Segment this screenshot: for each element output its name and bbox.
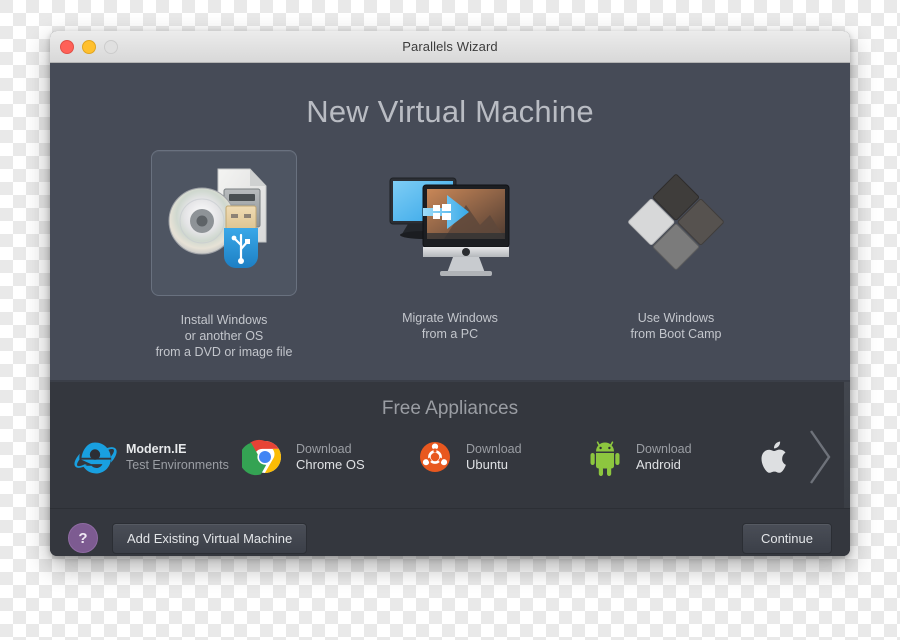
appliance-chrome-os-text: Download Chrome OS	[296, 441, 365, 473]
window-titlebar: Parallels Wizard	[50, 31, 850, 63]
option-boot-camp-tile[interactable]	[604, 150, 748, 294]
free-appliances-section: Free Appliances Modern.IE Test Environme…	[50, 381, 850, 509]
dvd-usb-image-icon	[168, 168, 267, 268]
option-migrate-windows-tile[interactable]	[378, 150, 522, 294]
close-button[interactable]	[60, 39, 74, 54]
appliance-ubuntu-line2: Ubuntu	[466, 457, 508, 472]
free-appliances-row: Modern.IE Test Environments Download Chr…	[50, 430, 850, 484]
zoom-button	[104, 39, 118, 54]
appliance-ubuntu-text: Download Ubuntu	[466, 441, 522, 473]
option-migrate-windows[interactable]: Migrate Windows from a PC	[355, 150, 545, 360]
wizard-toolbar: ? Add Existing Virtual Machine Continue	[50, 509, 850, 556]
vm-source-options: Install Windows or another OS from a DVD…	[50, 150, 850, 360]
new-vm-section: New Virtual Machine Install Windows or a…	[50, 63, 850, 381]
appliance-ubuntu-line1: Download	[466, 442, 522, 456]
continue-button[interactable]: Continue	[741, 522, 832, 554]
option-migrate-windows-label: Migrate Windows from a PC	[402, 311, 498, 341]
help-button[interactable]: ?	[68, 523, 98, 553]
appliance-chrome-os-line2: Chrome OS	[296, 457, 365, 472]
pc-to-mac-migration-icon	[389, 177, 510, 276]
add-existing-vm-button[interactable]: Add Existing Virtual Machine	[112, 522, 308, 554]
option-boot-camp[interactable]: Use Windows from Boot Camp	[581, 150, 771, 360]
option-install-windows[interactable]: Install Windows or another OS from a DVD…	[129, 150, 319, 360]
ubuntu-icon	[412, 434, 458, 480]
traffic-light-group	[60, 31, 118, 62]
minimize-button[interactable]	[82, 39, 96, 54]
internet-explorer-icon	[72, 434, 118, 480]
appliance-android-line2: Android	[636, 457, 681, 472]
option-install-windows-label: Install Windows or another OS from a DVD…	[155, 313, 293, 359]
free-appliances-title: Free Appliances	[381, 398, 519, 419]
appliances-scrollbar[interactable]	[844, 382, 850, 508]
option-install-windows-tile[interactable]	[151, 150, 297, 296]
option-boot-camp-label: Use Windows from Boot Camp	[630, 311, 722, 341]
chrome-icon	[239, 434, 288, 480]
appliance-modern-ie-text: Modern.IE Test Environments	[126, 441, 229, 473]
appliance-ubuntu[interactable]: Download Ubuntu	[412, 434, 582, 480]
appliance-android[interactable]: Download Android	[582, 434, 752, 480]
window-title: Parallels Wizard	[402, 39, 498, 54]
appliance-chrome-os-line1: Download	[296, 442, 352, 456]
chevron-right-icon[interactable]	[806, 426, 834, 488]
appliance-modern-ie-line1: Modern.IE	[126, 442, 187, 456]
apple-icon	[752, 434, 798, 480]
appliance-android-line1: Download	[636, 442, 692, 456]
appliance-modern-ie-line2: Test Environments	[126, 458, 229, 472]
appliance-android-text: Download Android	[636, 441, 692, 473]
appliance-chrome-os[interactable]: Download Chrome OS	[239, 434, 412, 480]
boot-camp-diamond-icon	[628, 174, 724, 270]
screenshot-canvas: Parallels Wizard New Virtual Machine Ins…	[0, 0, 900, 640]
parallels-wizard-window: Parallels Wizard New Virtual Machine Ins…	[50, 31, 850, 556]
appliance-modern-ie[interactable]: Modern.IE Test Environments	[72, 434, 242, 480]
page-title: New Virtual Machine	[306, 94, 594, 129]
android-icon	[582, 434, 628, 480]
